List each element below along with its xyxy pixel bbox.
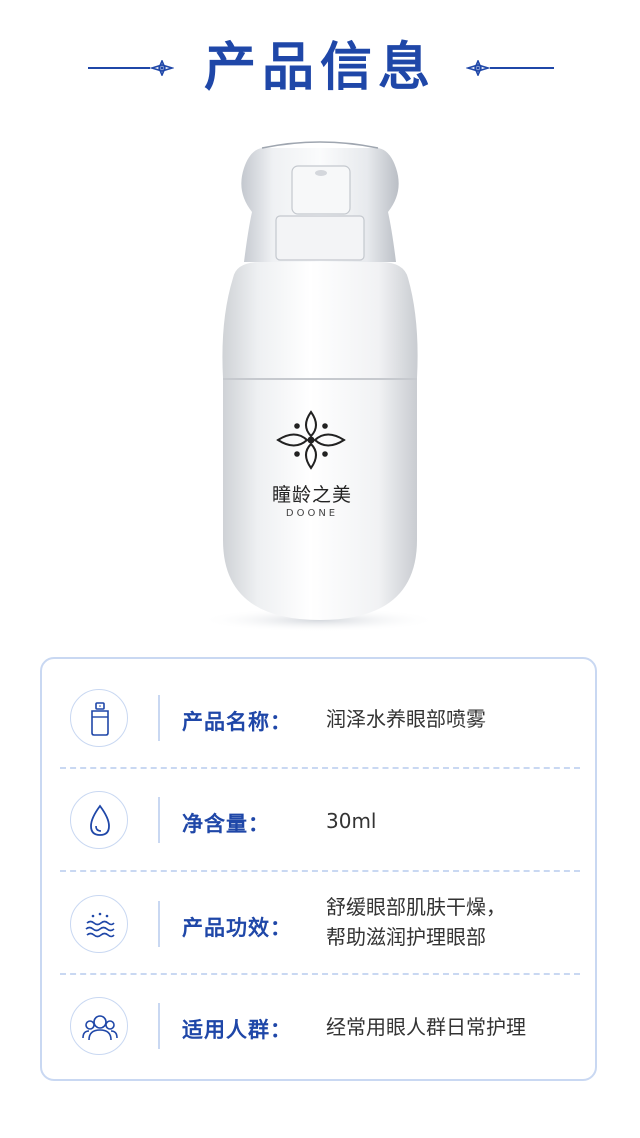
- row-divider: [60, 767, 580, 769]
- product-info-card: 产品名称： 润泽水养眼部喷雾 净含量： 30ml 产品功效： 舒缓眼部肌肤干燥，…: [40, 657, 597, 1081]
- row-separator-bar: [158, 1003, 160, 1049]
- flower-ornament-right-icon: [466, 60, 490, 76]
- info-label: 适用人群：: [182, 1018, 292, 1042]
- waves-icon: [70, 895, 128, 953]
- people-icon: [70, 997, 128, 1055]
- spray-bottle-icon: [70, 689, 128, 747]
- info-value-line-1: 舒缓眼部肌肤干燥，: [326, 895, 506, 919]
- header: 产品信息: [0, 0, 640, 130]
- info-row-audience: 适用人群： 经常用眼人群日常护理: [42, 977, 595, 1079]
- info-row-volume: 净含量： 30ml: [42, 771, 595, 873]
- info-value: 经常用眼人群日常护理: [326, 1015, 526, 1039]
- title-right-line: [490, 67, 554, 69]
- row-separator-bar: [158, 695, 160, 741]
- row-divider: [60, 973, 580, 975]
- info-value: 润泽水养眼部喷雾: [326, 707, 486, 731]
- brand-chinese: 瞳龄之美: [271, 484, 352, 506]
- row-divider: [60, 870, 580, 872]
- info-label: 产品功效：: [182, 916, 292, 940]
- spray-bottle-illustration: [199, 141, 439, 632]
- row-separator-bar: [158, 901, 160, 947]
- info-row-efficacy: 产品功效： 舒缓眼部肌肤干燥， 帮助滋润护理眼部: [42, 873, 595, 975]
- row-separator-bar: [158, 797, 160, 843]
- info-label: 净含量：: [182, 812, 270, 836]
- info-label: 产品名称：: [182, 710, 292, 734]
- info-value: 30ml: [326, 809, 377, 833]
- brand-english: DOONE: [285, 508, 339, 519]
- product-image: 瞳龄之美 DOONE: [0, 118, 640, 638]
- info-value-line-2: 帮助滋润护理眼部: [326, 925, 486, 949]
- info-row-name: 产品名称： 润泽水养眼部喷雾: [42, 667, 595, 769]
- water-drop-icon: [70, 791, 128, 849]
